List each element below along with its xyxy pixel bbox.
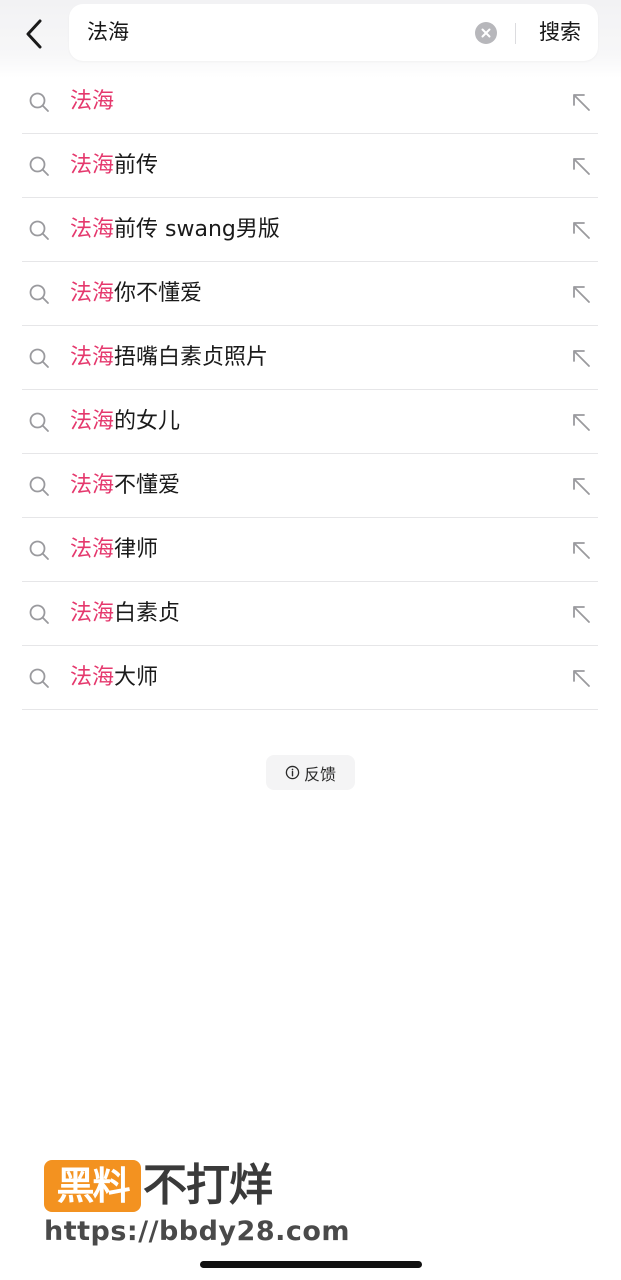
suggestion-item[interactable]: 法海你不懂爱 xyxy=(22,262,598,326)
watermark-logo-text: 不打烊 xyxy=(143,1160,273,1211)
suggestion-rest: 前传 xyxy=(114,153,159,178)
back-button[interactable] xyxy=(14,14,54,54)
search-icon xyxy=(29,412,49,432)
suggestion-rest: 前传 swang男版 xyxy=(114,217,280,242)
suggestion-text: 法海捂嘴白素贞照片 xyxy=(70,326,268,390)
search-box: 搜索 xyxy=(69,4,598,61)
search-icon xyxy=(29,284,49,304)
search-icon xyxy=(29,348,49,368)
suggestion-item[interactable]: 法海律师 xyxy=(22,518,598,582)
search-icon xyxy=(29,604,49,624)
suggestion-item[interactable]: 法海不懂爱 xyxy=(22,454,598,518)
suggestion-text: 法海的女儿 xyxy=(70,390,180,454)
arrow-up-left-icon[interactable] xyxy=(570,411,592,433)
suggestion-item[interactable]: 法海 xyxy=(22,70,598,134)
suggestion-text: 法海 xyxy=(70,70,114,134)
suggestion-rest: 白素贞 xyxy=(114,601,181,626)
search-icon xyxy=(29,156,49,176)
arrow-up-left-icon[interactable] xyxy=(570,603,592,625)
suggestion-item[interactable]: 法海前传 swang男版 xyxy=(22,198,598,262)
arrow-up-left-icon[interactable] xyxy=(570,91,592,113)
suggestion-list: 法海 法海前传 法海前传 swang男版 法海你不懂爱 法海捂嘴白素贞照片 法海… xyxy=(22,70,598,710)
search-icon xyxy=(29,540,49,560)
suggestion-rest: 你不懂爱 xyxy=(114,281,203,306)
info-icon xyxy=(285,765,300,780)
suggestion-item[interactable]: 法海的女儿 xyxy=(22,390,598,454)
clear-button[interactable] xyxy=(475,22,497,44)
suggestion-highlight: 法海 xyxy=(70,537,115,562)
search-icon xyxy=(29,476,49,496)
close-icon xyxy=(481,28,491,38)
suggestion-item[interactable]: 法海前传 xyxy=(22,134,598,198)
suggestion-highlight: 法海 xyxy=(70,345,115,370)
suggestion-item[interactable]: 法海白素贞 xyxy=(22,582,598,646)
suggestion-highlight: 法海 xyxy=(70,601,115,626)
arrow-up-left-icon[interactable] xyxy=(570,475,592,497)
suggestion-highlight: 法海 xyxy=(70,665,115,690)
suggestion-highlight: 法海 xyxy=(70,281,115,306)
top-bar: 搜索 xyxy=(0,0,621,78)
suggestion-highlight: 法海 xyxy=(70,473,115,498)
watermark-logo-box: 黑料 xyxy=(44,1160,141,1212)
suggestion-rest: 捂嘴白素贞照片 xyxy=(114,345,269,370)
search-input[interactable] xyxy=(87,4,467,61)
feedback-label: 反馈 xyxy=(303,764,336,784)
suggestion-text: 法海不懂爱 xyxy=(70,454,180,518)
home-indicator xyxy=(200,1261,422,1268)
suggestion-rest: 不懂爱 xyxy=(114,473,181,498)
suggestion-rest: 律师 xyxy=(114,537,159,562)
arrow-up-left-icon[interactable] xyxy=(570,539,592,561)
suggestion-highlight: 法海 xyxy=(70,153,115,178)
suggestion-highlight: 法海 xyxy=(70,409,115,434)
arrow-up-left-icon[interactable] xyxy=(570,667,592,689)
arrow-up-left-icon[interactable] xyxy=(570,283,592,305)
arrow-up-left-icon[interactable] xyxy=(570,347,592,369)
suggestion-rest: 大师 xyxy=(114,665,159,690)
search-divider xyxy=(515,23,516,44)
suggestion-text: 法海前传 swang男版 xyxy=(70,198,280,262)
suggestion-text: 法海前传 xyxy=(70,134,158,198)
suggestion-item[interactable]: 法海大师 xyxy=(22,646,598,710)
watermark: 黑料 不打烊 https://bbdy28.com xyxy=(44,1158,350,1248)
chevron-left-icon xyxy=(26,19,42,49)
suggestion-rest: 的女儿 xyxy=(114,409,181,434)
suggestion-item[interactable]: 法海捂嘴白素贞照片 xyxy=(22,326,598,390)
suggestion-text: 法海白素贞 xyxy=(70,582,180,646)
suggestion-highlight: 法海 xyxy=(70,89,115,114)
search-icon xyxy=(29,668,49,688)
suggestion-text: 法海大师 xyxy=(70,646,158,710)
search-button[interactable]: 搜索 xyxy=(527,4,593,61)
suggestion-text: 法海律师 xyxy=(70,518,158,582)
feedback-button[interactable]: 反馈 xyxy=(266,755,355,790)
arrow-up-left-icon[interactable] xyxy=(570,219,592,241)
watermark-url: https://bbdy28.com xyxy=(44,1216,351,1247)
search-icon xyxy=(29,220,49,240)
suggestion-highlight: 法海 xyxy=(70,217,115,242)
arrow-up-left-icon[interactable] xyxy=(570,155,592,177)
suggestion-text: 法海你不懂爱 xyxy=(70,262,202,326)
search-icon xyxy=(29,92,49,112)
